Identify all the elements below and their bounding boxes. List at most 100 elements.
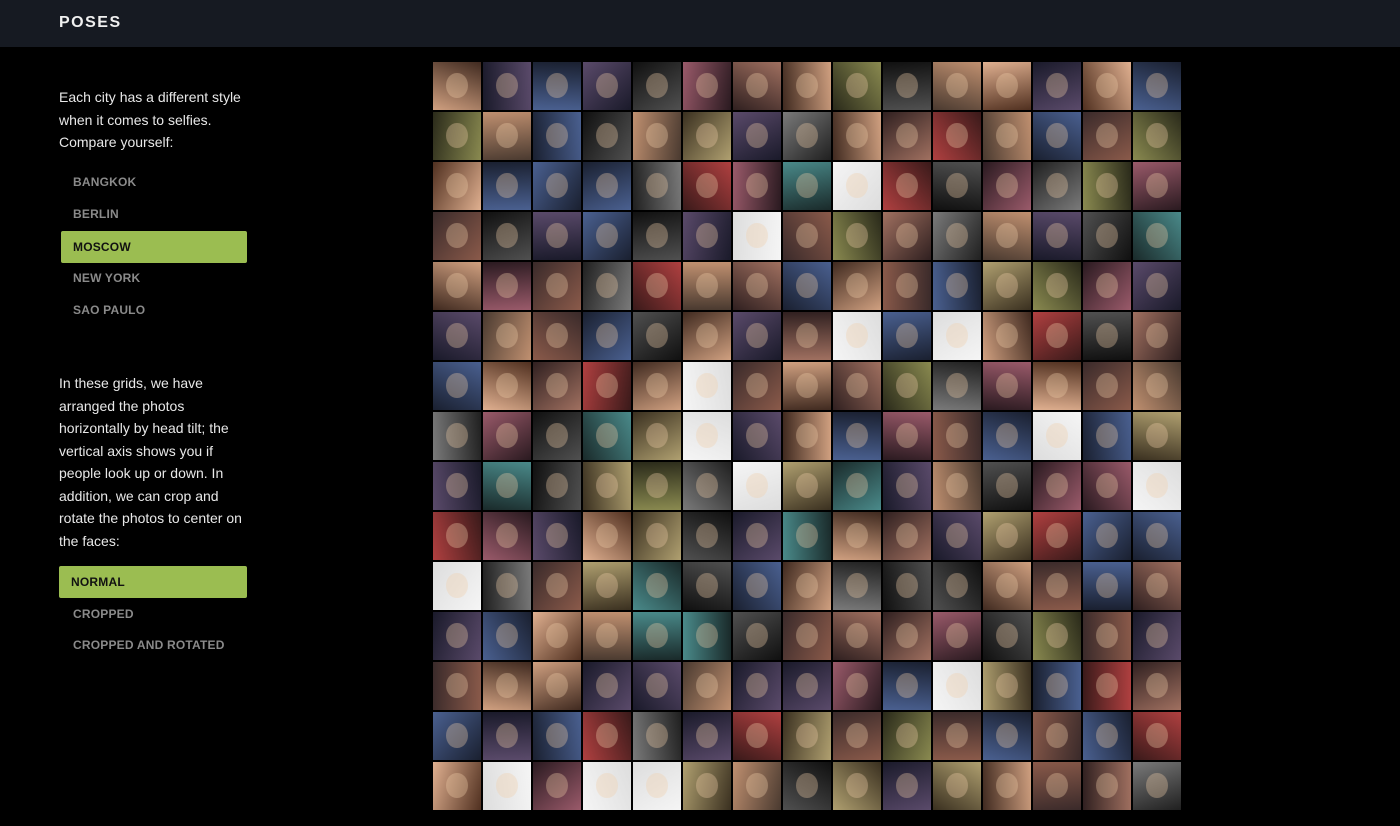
selfie-thumbnail[interactable]: [782, 461, 832, 511]
selfie-thumbnail[interactable]: [582, 311, 632, 361]
city-option-berlin[interactable]: BERLIN: [61, 198, 247, 230]
selfie-thumbnail[interactable]: [1132, 411, 1182, 461]
selfie-thumbnail[interactable]: [682, 561, 732, 611]
selfie-thumbnail[interactable]: [882, 261, 932, 311]
selfie-thumbnail[interactable]: [532, 611, 582, 661]
selfie-thumbnail[interactable]: [682, 411, 732, 461]
selfie-thumbnail[interactable]: [1032, 661, 1082, 711]
selfie-thumbnail[interactable]: [932, 561, 982, 611]
selfie-thumbnail[interactable]: [632, 661, 682, 711]
city-option-bangkok[interactable]: BANGKOK: [61, 166, 247, 198]
selfie-thumbnail[interactable]: [782, 411, 832, 461]
selfie-thumbnail[interactable]: [1032, 461, 1082, 511]
selfie-thumbnail[interactable]: [982, 311, 1032, 361]
selfie-thumbnail[interactable]: [832, 311, 882, 361]
selfie-thumbnail[interactable]: [932, 711, 982, 761]
selfie-thumbnail[interactable]: [532, 311, 582, 361]
selfie-thumbnail[interactable]: [1032, 61, 1082, 111]
selfie-thumbnail[interactable]: [1082, 411, 1132, 461]
selfie-thumbnail[interactable]: [832, 611, 882, 661]
selfie-thumbnail[interactable]: [1132, 511, 1182, 561]
selfie-thumbnail[interactable]: [1132, 461, 1182, 511]
selfie-thumbnail[interactable]: [882, 611, 932, 661]
selfie-thumbnail[interactable]: [782, 661, 832, 711]
selfie-thumbnail[interactable]: [832, 761, 882, 811]
selfie-thumbnail[interactable]: [932, 311, 982, 361]
selfie-thumbnail[interactable]: [732, 711, 782, 761]
selfie-thumbnail[interactable]: [432, 411, 482, 461]
selfie-thumbnail[interactable]: [1032, 161, 1082, 211]
selfie-thumbnail[interactable]: [732, 61, 782, 111]
selfie-thumbnail[interactable]: [782, 511, 832, 561]
selfie-thumbnail[interactable]: [982, 111, 1032, 161]
selfie-thumbnail[interactable]: [432, 111, 482, 161]
selfie-thumbnail[interactable]: [1032, 261, 1082, 311]
selfie-thumbnail[interactable]: [682, 111, 732, 161]
selfie-thumbnail[interactable]: [932, 461, 982, 511]
city-option-moscow[interactable]: MOSCOW: [61, 231, 247, 263]
selfie-thumbnail[interactable]: [732, 611, 782, 661]
selfie-thumbnail[interactable]: [432, 661, 482, 711]
selfie-thumbnail[interactable]: [782, 261, 832, 311]
selfie-thumbnail[interactable]: [582, 661, 632, 711]
selfie-thumbnail[interactable]: [932, 611, 982, 661]
selfie-thumbnail[interactable]: [932, 361, 982, 411]
selfie-thumbnail[interactable]: [582, 711, 632, 761]
selfie-thumbnail[interactable]: [482, 511, 532, 561]
selfie-thumbnail[interactable]: [1032, 561, 1082, 611]
city-option-sao-paulo[interactable]: SAO PAULO: [61, 294, 247, 326]
selfie-thumbnail[interactable]: [582, 461, 632, 511]
selfie-thumbnail[interactable]: [732, 511, 782, 561]
selfie-thumbnail[interactable]: [782, 611, 832, 661]
selfie-thumbnail[interactable]: [632, 761, 682, 811]
selfie-thumbnail[interactable]: [932, 111, 982, 161]
selfie-thumbnail[interactable]: [982, 711, 1032, 761]
selfie-thumbnail[interactable]: [1032, 761, 1082, 811]
selfie-thumbnail[interactable]: [782, 61, 832, 111]
selfie-thumbnail[interactable]: [932, 761, 982, 811]
selfie-thumbnail[interactable]: [1032, 311, 1082, 361]
selfie-thumbnail[interactable]: [1082, 561, 1132, 611]
selfie-thumbnail[interactable]: [1132, 111, 1182, 161]
selfie-thumbnail[interactable]: [482, 561, 532, 611]
selfie-thumbnail[interactable]: [732, 311, 782, 361]
selfie-thumbnail[interactable]: [432, 361, 482, 411]
selfie-thumbnail[interactable]: [1082, 611, 1132, 661]
selfie-thumbnail[interactable]: [632, 261, 682, 311]
selfie-thumbnail[interactable]: [1132, 711, 1182, 761]
selfie-thumbnail[interactable]: [832, 211, 882, 261]
selfie-thumbnail[interactable]: [582, 611, 632, 661]
selfie-thumbnail[interactable]: [732, 111, 782, 161]
selfie-thumbnail[interactable]: [882, 361, 932, 411]
selfie-thumbnail[interactable]: [1032, 411, 1082, 461]
selfie-thumbnail[interactable]: [632, 611, 682, 661]
selfie-thumbnail[interactable]: [832, 661, 882, 711]
selfie-thumbnail[interactable]: [1032, 511, 1082, 561]
selfie-thumbnail[interactable]: [1082, 111, 1132, 161]
selfie-thumbnail[interactable]: [432, 261, 482, 311]
selfie-thumbnail[interactable]: [632, 161, 682, 211]
selfie-thumbnail[interactable]: [682, 311, 732, 361]
selfie-thumbnail[interactable]: [1082, 661, 1132, 711]
selfie-thumbnail[interactable]: [832, 561, 882, 611]
selfie-thumbnail[interactable]: [532, 61, 582, 111]
selfie-thumbnail[interactable]: [882, 711, 932, 761]
selfie-thumbnail[interactable]: [632, 711, 682, 761]
selfie-thumbnail[interactable]: [632, 311, 682, 361]
selfie-thumbnail[interactable]: [1082, 161, 1132, 211]
city-option-new-york[interactable]: NEW YORK: [61, 262, 247, 294]
selfie-thumbnail[interactable]: [482, 111, 532, 161]
selfie-thumbnail[interactable]: [582, 211, 632, 261]
selfie-thumbnail[interactable]: [682, 211, 732, 261]
selfie-thumbnail[interactable]: [982, 161, 1032, 211]
selfie-thumbnail[interactable]: [882, 111, 932, 161]
selfie-thumbnail[interactable]: [932, 511, 982, 561]
selfie-thumbnail[interactable]: [532, 111, 582, 161]
selfie-thumbnail[interactable]: [1082, 211, 1132, 261]
selfie-thumbnail[interactable]: [482, 311, 532, 361]
selfie-thumbnail[interactable]: [832, 461, 882, 511]
selfie-thumbnail[interactable]: [682, 711, 732, 761]
selfie-thumbnail[interactable]: [432, 511, 482, 561]
selfie-thumbnail[interactable]: [482, 661, 532, 711]
selfie-thumbnail[interactable]: [832, 261, 882, 311]
